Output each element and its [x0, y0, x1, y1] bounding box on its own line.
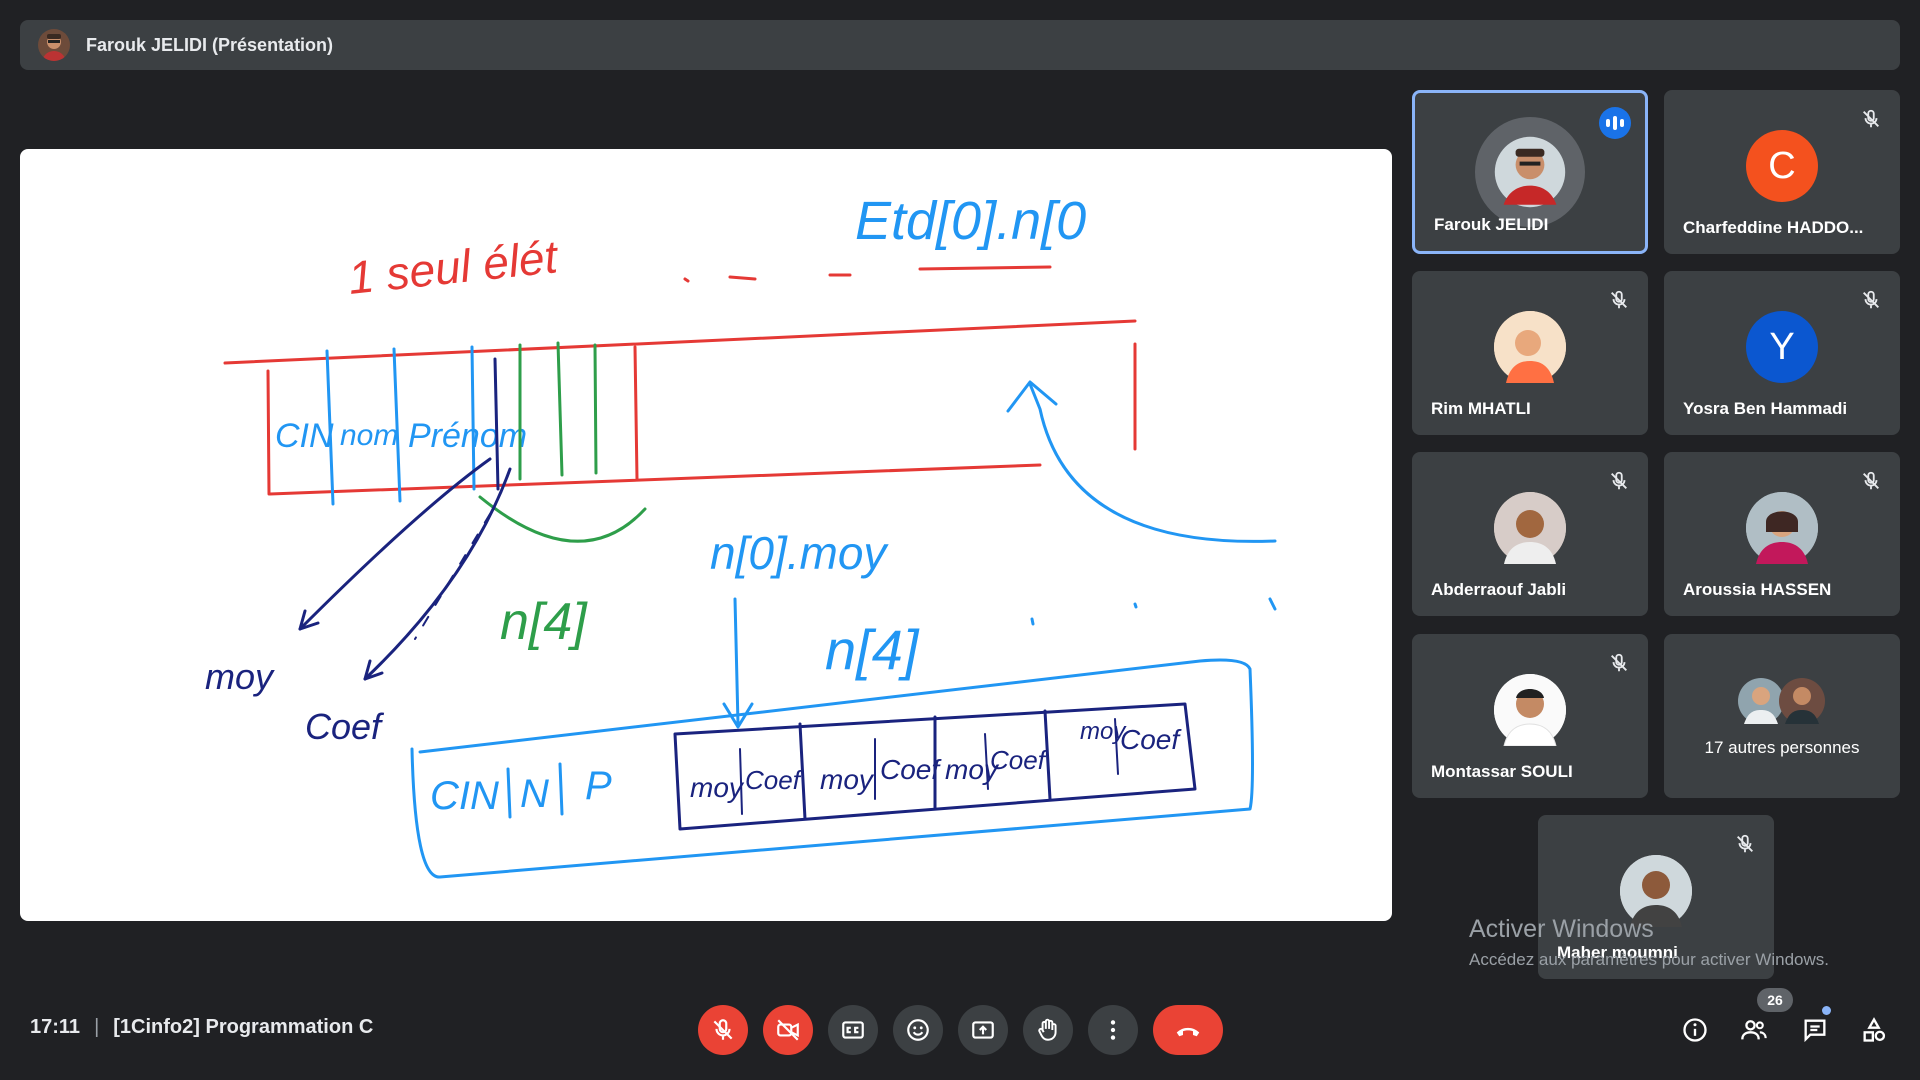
present-button[interactable]	[958, 1005, 1008, 1055]
camera-off-icon	[777, 1019, 799, 1041]
participant-name: Abderraouf Jabli	[1431, 580, 1567, 599]
end-call-icon	[1176, 1027, 1200, 1037]
wb-text-cin: CIN	[275, 417, 334, 455]
wb-text-p: P	[585, 764, 612, 808]
participant-tile-maher[interactable]: Maher moumni	[1538, 815, 1774, 979]
wb-text-seul-elet: 1 seul élét	[346, 230, 562, 304]
mic-off-icon	[713, 1019, 733, 1040]
wb-text-coef-1: Coef	[745, 765, 803, 795]
mic-toggle-button[interactable]	[698, 1005, 748, 1055]
activities-icon	[1863, 1017, 1886, 1042]
avatar-initial: Y	[1769, 325, 1795, 368]
participant-name: Farouk JELIDI	[1434, 215, 1549, 234]
participant-avatar	[1746, 492, 1818, 564]
participant-avatar	[1494, 674, 1566, 746]
participant-name: Aroussia HASSEN	[1683, 580, 1832, 599]
wb-text-cin-2: CIN	[430, 774, 499, 818]
participant-name: Charfeddine HADDO...	[1683, 218, 1864, 237]
emoji-button[interactable]	[893, 1005, 943, 1055]
more-options-icon	[1110, 1020, 1116, 1040]
chat-button[interactable]	[1797, 1012, 1833, 1048]
people-icon	[1741, 1020, 1767, 1040]
wb-text-moy-2: moy	[820, 764, 875, 795]
participants-count-badge: 26	[1757, 988, 1793, 1012]
camera-toggle-button[interactable]	[763, 1005, 813, 1055]
chat-icon	[1804, 1019, 1826, 1043]
participant-name: Rim MHATLI	[1431, 399, 1531, 418]
participant-tile-yosra[interactable]: Y Yosra Ben Hammadi	[1664, 271, 1900, 435]
wb-text-n: N	[520, 772, 549, 816]
more-options-button[interactable]	[1088, 1005, 1138, 1055]
participant-tile-rim[interactable]: Rim MHATLI	[1412, 271, 1648, 435]
participant-tile-montassar[interactable]: Montassar SOULI	[1412, 634, 1648, 798]
mic-off-icon	[1863, 290, 1879, 309]
participant-avatar: C	[1746, 130, 1818, 202]
wb-text-coef-4: Coef	[1120, 724, 1182, 755]
participant-avatar	[1494, 311, 1566, 383]
wb-text-n4-green: n[4]	[500, 593, 588, 651]
presenter-avatar	[38, 29, 70, 61]
participant-name: 17 autres personnes	[1704, 738, 1860, 757]
meeting-info: 17:11 | [1Cinfo2] Programmation C	[30, 1016, 373, 1039]
wb-text-coef-3: Coef	[990, 745, 1048, 775]
captions-button[interactable]	[828, 1005, 878, 1055]
participant-avatar	[1620, 855, 1692, 927]
shared-whiteboard: 1 seul élét Etd[0].n[0 CIN nom Prénom mo…	[20, 149, 1392, 921]
raise-hand-button[interactable]	[1023, 1005, 1073, 1055]
chat-notification-dot	[1822, 1006, 1831, 1015]
info-icon	[1683, 1018, 1707, 1042]
end-call-button[interactable]	[1153, 1005, 1223, 1055]
participant-name: Yosra Ben Hammadi	[1683, 399, 1848, 418]
wb-text-coef: Coef	[305, 706, 385, 747]
mic-off-icon	[1863, 471, 1879, 490]
wb-text-nom: nom	[340, 419, 398, 452]
whiteboard-drawing: 1 seul élét Etd[0].n[0 CIN nom Prénom mo…	[205, 191, 1277, 879]
meeting-name: [1Cinfo2] Programmation C	[113, 1016, 374, 1038]
wb-text-n0-moy: n[0].moy	[710, 527, 889, 579]
captions-icon	[842, 1021, 864, 1039]
mic-off-icon	[1863, 109, 1879, 128]
emoji-icon	[907, 1019, 929, 1041]
others-avatars	[1736, 676, 1828, 726]
wb-text-coef-2: Coef	[880, 754, 942, 785]
raise-hand-icon	[1038, 1018, 1057, 1041]
presenter-title: Farouk JELIDI (Présentation)	[86, 34, 334, 55]
present-icon	[972, 1021, 994, 1039]
participant-tile-abderraouf[interactable]: Abderraouf Jabli	[1412, 452, 1648, 616]
avatar-initial: C	[1768, 144, 1796, 187]
meeting-separator: |	[94, 1016, 100, 1038]
participant-name: Montassar SOULI	[1431, 762, 1573, 781]
wb-text-n4-blue: n[4]	[825, 618, 920, 681]
participant-name: Maher moumni	[1557, 943, 1678, 962]
participant-tile-farouk[interactable]: Farouk JELIDI	[1412, 90, 1648, 254]
participant-tile-aroussia[interactable]: Aroussia HASSEN	[1664, 452, 1900, 616]
participant-tile-others[interactable]: 17 autres personnes	[1664, 634, 1900, 798]
mic-off-icon	[1737, 834, 1753, 853]
meeting-time: 17:11	[30, 1016, 81, 1038]
participant-tile-charfeddine[interactable]: C Charfeddine HADDO...	[1664, 90, 1900, 254]
wb-text-etd: Etd[0].n[0	[855, 191, 1086, 251]
participant-avatar	[1494, 492, 1566, 564]
wb-text-moy: moy	[205, 656, 275, 697]
wb-text-moy-1: moy	[690, 772, 745, 803]
participant-avatar: Y	[1746, 311, 1818, 383]
mic-off-icon	[1611, 471, 1627, 490]
activities-button[interactable]	[1856, 1012, 1892, 1048]
presenter-bar: Farouk JELIDI (Présentation)	[20, 20, 1900, 70]
mic-off-icon	[1611, 290, 1627, 309]
wb-text-prenom: Prénom	[408, 417, 527, 455]
participant-avatar	[1475, 117, 1585, 227]
meeting-details-button[interactable]	[1677, 1012, 1713, 1048]
participants-button[interactable]	[1736, 1012, 1772, 1048]
speaking-indicator-icon	[1599, 107, 1631, 139]
mic-off-icon	[1611, 653, 1627, 672]
